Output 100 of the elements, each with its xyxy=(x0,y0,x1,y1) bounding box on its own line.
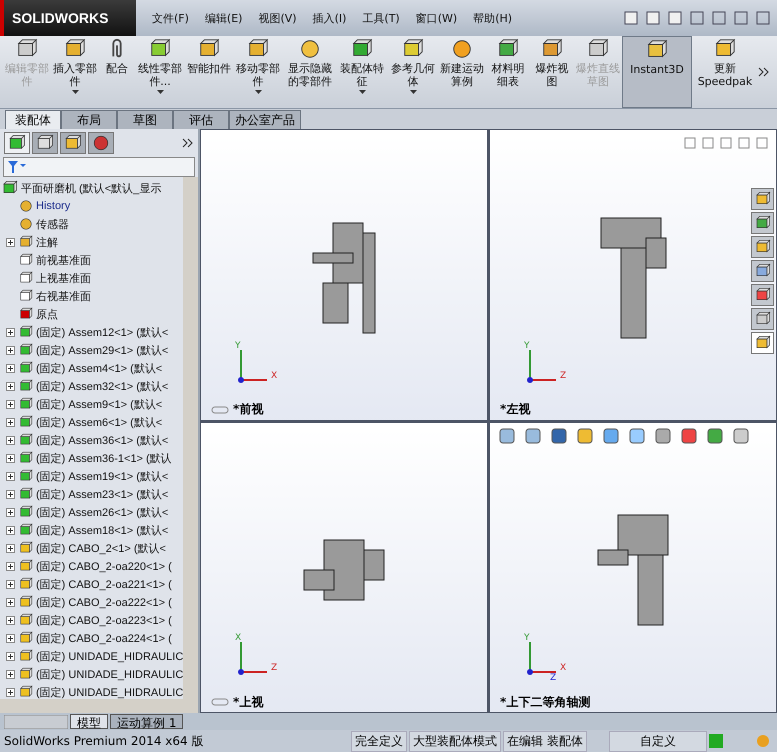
menu-item[interactable]: 编辑(E) xyxy=(196,10,250,26)
expand-plus-icon[interactable] xyxy=(6,634,15,642)
ribbon-button[interactable]: 显示隐藏的零部件 xyxy=(284,36,336,108)
panel-tab[interactable] xyxy=(4,132,30,154)
bottom-tab[interactable]: 模型 xyxy=(70,714,108,729)
task-pane-tab[interactable] xyxy=(751,236,774,258)
expand-plus-icon[interactable] xyxy=(6,346,15,354)
expand-plus-icon[interactable] xyxy=(6,328,15,336)
ribbon-button[interactable]: 插入零部件 xyxy=(50,36,100,108)
expand-chevron-icon[interactable] xyxy=(182,137,194,149)
tree-item[interactable]: 前视基准面 xyxy=(36,252,91,268)
tree-item[interactable]: (固定) Assem18<1> (默认< xyxy=(36,522,168,538)
tree-item[interactable]: (固定) Assem36-1<1> (默认 xyxy=(36,450,172,466)
tree-item[interactable]: 右视基准面 xyxy=(36,288,91,304)
ribbon-button[interactable]: 新建运动算例 xyxy=(438,36,486,108)
menu-item[interactable]: 工具(T) xyxy=(354,10,408,26)
menu-item[interactable]: 窗口(W) xyxy=(408,10,466,26)
tree-item[interactable]: (固定) CABO_2-oa222<1> ( xyxy=(36,594,172,610)
link-icon[interactable] xyxy=(211,698,229,706)
expand-plus-icon[interactable] xyxy=(6,238,15,246)
horizontal-scrollbar[interactable] xyxy=(0,699,198,713)
viewport[interactable]: Y X *前视 xyxy=(201,130,487,420)
tree-item[interactable]: 平面研磨机 (默认<默认_显示 xyxy=(21,180,162,196)
units-field[interactable]: 自定义 xyxy=(609,730,707,752)
tree-item[interactable]: (固定) Assem26<1> (默认< xyxy=(36,504,168,520)
expand-plus-icon[interactable] xyxy=(6,562,15,570)
command-tab[interactable]: 办公室产品 xyxy=(229,110,301,129)
command-tab[interactable]: 评估 xyxy=(173,110,229,129)
tree-item[interactable]: (固定) UNIDADE_HIDRAULIC xyxy=(36,684,183,699)
tree-item[interactable]: 上视基准面 xyxy=(36,270,91,286)
menu-item[interactable]: 插入(I) xyxy=(304,10,354,26)
expand-plus-icon[interactable] xyxy=(6,400,15,408)
viewport[interactable]: Y Z *左视 xyxy=(490,130,776,420)
expand-plus-icon[interactable] xyxy=(6,508,15,516)
menu-item[interactable]: 帮助(H) xyxy=(465,10,520,26)
tree-item[interactable]: (固定) CABO_2-oa221<1> ( xyxy=(36,576,172,592)
panel-tab[interactable] xyxy=(32,132,58,154)
expand-plus-icon[interactable] xyxy=(6,364,15,372)
panel-tab[interactable] xyxy=(88,132,114,154)
tree-item[interactable]: (固定) UNIDADE_HIDRAULIC xyxy=(36,666,183,682)
tree-item[interactable]: 原点 xyxy=(36,306,58,322)
task-pane-tab[interactable] xyxy=(751,260,774,282)
ribbon-button[interactable]: Instant3D xyxy=(622,36,692,108)
ribbon-button[interactable]: 移动零部件 xyxy=(232,36,284,108)
expand-plus-icon[interactable] xyxy=(6,382,15,390)
tree-item[interactable]: (固定) CABO_2-oa224<1> ( xyxy=(36,630,172,646)
tree-item[interactable]: (固定) Assem29<1> (默认< xyxy=(36,342,168,358)
bottom-tab[interactable]: 运动算例 1 xyxy=(110,714,184,729)
viewport[interactable]: Y X Z *上下二等角轴测 xyxy=(490,422,776,712)
expand-plus-icon[interactable] xyxy=(6,490,15,498)
tree-item[interactable]: 传感器 xyxy=(36,216,69,232)
expand-plus-icon[interactable] xyxy=(6,454,15,462)
command-tab[interactable]: 草图 xyxy=(117,110,173,129)
menu-item[interactable]: 文件(F) xyxy=(144,10,197,26)
tree-item[interactable]: (固定) Assem19<1> (默认< xyxy=(36,468,168,484)
tree-item[interactable]: History xyxy=(36,200,70,212)
link-icon[interactable] xyxy=(211,406,229,414)
tree-item[interactable]: (固定) CABO_2-oa220<1> ( xyxy=(36,558,172,574)
expand-plus-icon[interactable] xyxy=(6,670,15,678)
tree-item[interactable]: (固定) Assem4<1> (默认< xyxy=(36,360,162,376)
tree-item[interactable]: (固定) Assem23<1> (默认< xyxy=(36,486,168,502)
task-pane-tab[interactable] xyxy=(751,332,774,354)
ribbon-button[interactable]: 爆炸视图 xyxy=(530,36,574,108)
panel-tab[interactable] xyxy=(60,132,86,154)
tree-item[interactable]: (固定) CABO_2-oa223<1> ( xyxy=(36,612,172,628)
expand-plus-icon[interactable] xyxy=(6,598,15,606)
filter-field[interactable] xyxy=(3,157,195,177)
expand-plus-icon[interactable] xyxy=(6,688,15,696)
more-chevron-icon[interactable] xyxy=(758,66,770,78)
expand-plus-icon[interactable] xyxy=(6,616,15,624)
expand-plus-icon[interactable] xyxy=(6,418,15,426)
expand-plus-icon[interactable] xyxy=(6,526,15,534)
ribbon-button[interactable]: 材料明细表 xyxy=(486,36,530,108)
vertical-scrollbar[interactable] xyxy=(183,177,198,699)
ribbon-button[interactable]: 线性零部件... xyxy=(134,36,186,108)
ribbon-button[interactable]: 参考几何体 xyxy=(388,36,438,108)
task-pane-tab[interactable] xyxy=(751,212,774,234)
command-tab[interactable]: 布局 xyxy=(61,110,117,129)
tree-item[interactable]: (固定) Assem6<1> (默认< xyxy=(36,414,162,430)
viewport[interactable]: X Z *上视 xyxy=(201,422,487,712)
tree-item[interactable]: (固定) Assem9<1> (默认< xyxy=(36,396,162,412)
ribbon-button[interactable]: 配合 xyxy=(100,36,134,108)
tree-item[interactable]: (固定) CABO_2<1> (默认< xyxy=(36,540,166,556)
tree-item[interactable]: 注解 xyxy=(36,234,58,250)
expand-plus-icon[interactable] xyxy=(6,544,15,552)
expand-plus-icon[interactable] xyxy=(6,472,15,480)
task-pane-tab[interactable] xyxy=(751,308,774,330)
menu-item[interactable]: 视图(V) xyxy=(250,10,305,26)
task-pane-tab[interactable] xyxy=(751,284,774,306)
ribbon-button[interactable]: 装配体特征 xyxy=(336,36,388,108)
ribbon-button[interactable]: 更新 Speedpak xyxy=(692,36,758,108)
ribbon-button[interactable]: 智能扣件 xyxy=(186,36,232,108)
task-pane-tab[interactable] xyxy=(751,188,774,210)
tree-item[interactable]: (固定) Assem12<1> (默认< xyxy=(36,324,168,340)
tree-item[interactable]: (固定) UNIDADE_HIDRAULIC xyxy=(36,648,183,664)
tree-item[interactable]: (固定) Assem36<1> (默认< xyxy=(36,432,168,448)
expand-plus-icon[interactable] xyxy=(6,580,15,588)
expand-plus-icon[interactable] xyxy=(6,652,15,660)
command-tab[interactable]: 装配体 xyxy=(5,110,61,129)
expand-plus-icon[interactable] xyxy=(6,436,15,444)
